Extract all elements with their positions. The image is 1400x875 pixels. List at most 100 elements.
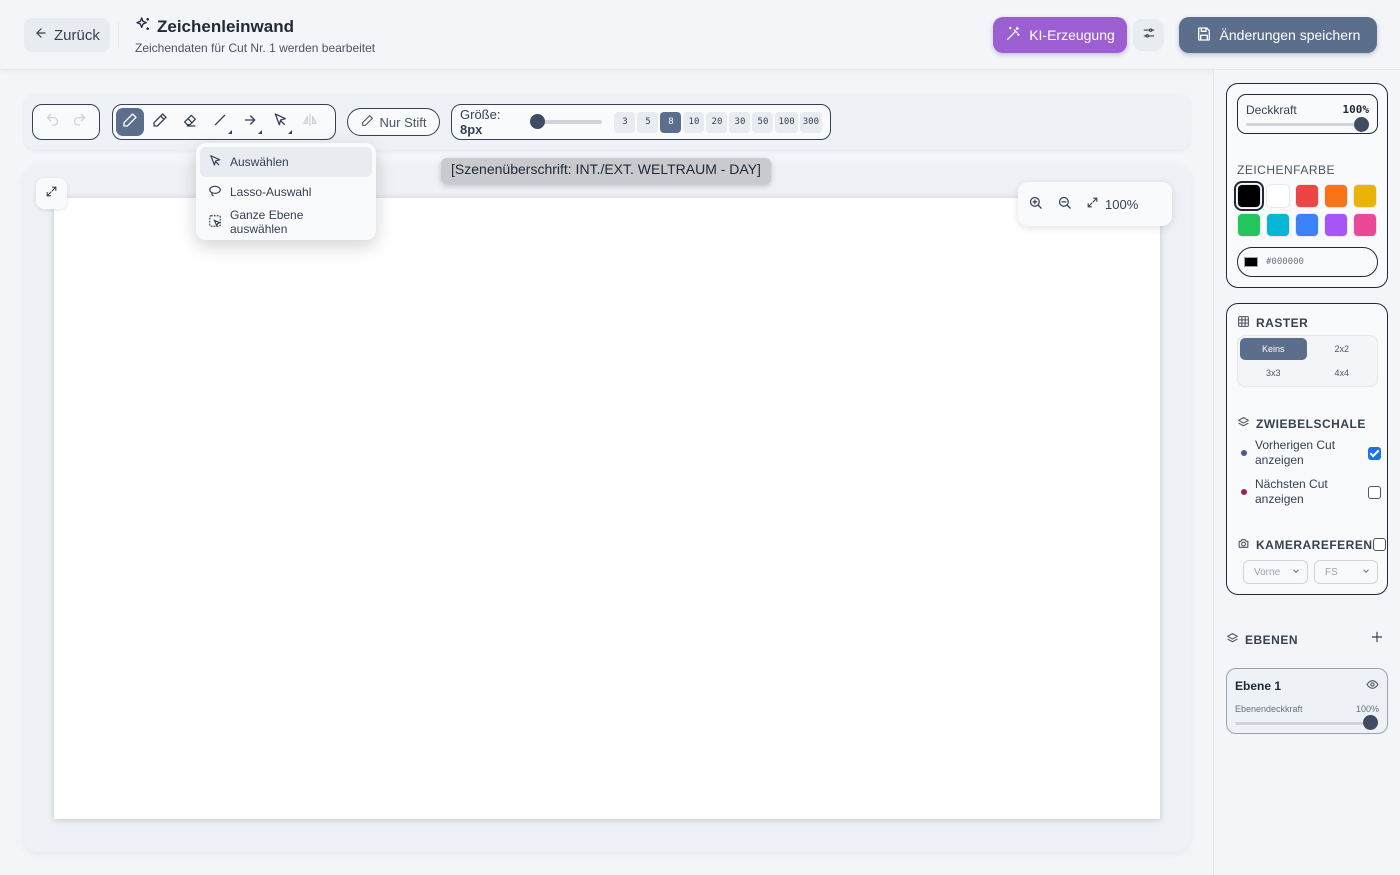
flip-tool[interactable] bbox=[296, 108, 324, 136]
zoom-controls: 100% bbox=[1018, 182, 1172, 226]
submenu-indicator bbox=[258, 130, 262, 134]
opacity-slider-knob[interactable] bbox=[1354, 117, 1369, 132]
color-swatch[interactable] bbox=[1234, 181, 1264, 211]
history-group bbox=[32, 104, 100, 140]
submenu-indicator bbox=[288, 130, 292, 134]
camera-angle-select[interactable]: Vorne bbox=[1243, 560, 1308, 584]
pen-icon bbox=[122, 112, 138, 133]
expand-icon bbox=[45, 185, 58, 203]
arrow-right-icon bbox=[242, 112, 258, 133]
grid-option-keins[interactable]: Keins bbox=[1240, 338, 1307, 360]
flip-horizontal-icon bbox=[302, 112, 318, 133]
camera-shot-select[interactable]: FS bbox=[1314, 560, 1378, 584]
color-swatches bbox=[1234, 181, 1378, 237]
drawing-canvas[interactable] bbox=[54, 198, 1160, 819]
size-preset-300[interactable]: 300 bbox=[799, 111, 822, 133]
menu-item-lasso[interactable]: Lasso-Auswahl bbox=[200, 177, 372, 207]
app-header: Zurück Zeichenleinwand Zeichendaten für … bbox=[0, 0, 1400, 70]
size-preset-5[interactable]: 5 bbox=[637, 111, 659, 133]
color-swatch[interactable] bbox=[1324, 184, 1348, 208]
tool-group bbox=[112, 104, 336, 140]
page-subtitle: Zeichendaten für Cut Nr. 1 werden bearbe… bbox=[135, 41, 376, 55]
color-swatch[interactable] bbox=[1324, 213, 1348, 237]
camera-reference-checkbox[interactable] bbox=[1373, 538, 1386, 551]
lasso-icon bbox=[208, 184, 222, 201]
layer-opacity-label: Ebenendeckkraft bbox=[1235, 704, 1303, 714]
eraser-tool[interactable] bbox=[176, 108, 204, 136]
add-layer-icon[interactable] bbox=[1370, 630, 1384, 649]
grid-option-2x2[interactable]: 2x2 bbox=[1309, 338, 1376, 360]
onion-next-row: Nächsten Cut anzeigen bbox=[1241, 477, 1381, 507]
zoom-reset-button[interactable]: 100% bbox=[1086, 196, 1138, 212]
color-section-label: ZEICHENFARBE bbox=[1237, 163, 1336, 177]
fit-icon bbox=[1086, 196, 1099, 212]
size-presets: 3 5 8 10 20 30 50 100 300 bbox=[614, 111, 822, 133]
opacity-control[interactable]: Deckkraft 100% bbox=[1237, 94, 1378, 134]
size-preset-8[interactable]: 8 bbox=[660, 111, 682, 133]
brush-size-slider[interactable] bbox=[529, 114, 603, 129]
pen-outline-icon bbox=[361, 114, 374, 130]
pen-tool[interactable] bbox=[116, 108, 144, 136]
size-preset-10[interactable]: 10 bbox=[683, 111, 705, 133]
color-swatch[interactable] bbox=[1237, 213, 1261, 237]
scene-heading-label: [Szenenüberschrift: INT./EXT. WELTRAUM -… bbox=[441, 158, 771, 184]
pencil-tool[interactable] bbox=[146, 108, 174, 136]
color-swatch[interactable] bbox=[1266, 184, 1290, 208]
pen-only-toggle[interactable]: Nur Stift bbox=[347, 108, 440, 136]
arrow-tool[interactable] bbox=[236, 108, 264, 136]
menu-item-select-layer[interactable]: Ganze Ebene auswählen bbox=[200, 207, 372, 237]
drawing-toolbar: Nur Stift Größe: 8px 3 5 8 10 20 30 50 100 300 bbox=[24, 94, 1190, 150]
layer-item[interactable]: Ebene 1 Ebenendeckkraft 100% bbox=[1226, 668, 1388, 734]
eraser-icon bbox=[182, 112, 198, 133]
layer-opacity-knob[interactable] bbox=[1363, 715, 1378, 730]
grid-options: Keins 2x2 3x3 4x4 bbox=[1237, 335, 1378, 387]
menu-item-label: Auswählen bbox=[230, 155, 289, 169]
onion-prev-checkbox[interactable] bbox=[1368, 446, 1381, 460]
line-tool[interactable] bbox=[206, 108, 234, 136]
ai-generate-button[interactable]: KI-Erzeugung bbox=[993, 17, 1127, 53]
opacity-label: Deckkraft bbox=[1246, 103, 1297, 117]
camera-shot-value: FS bbox=[1325, 566, 1338, 578]
size-preset-30[interactable]: 30 bbox=[729, 111, 751, 133]
select-tool[interactable] bbox=[266, 108, 294, 136]
onion-next-checkbox[interactable] bbox=[1368, 485, 1381, 499]
layers-icon bbox=[1237, 416, 1250, 432]
menu-item-label: Ganze Ebene auswählen bbox=[230, 208, 304, 236]
zoom-in-icon[interactable] bbox=[1028, 195, 1043, 213]
sparkles-icon bbox=[135, 16, 151, 37]
save-changes-label: Änderungen speichern bbox=[1219, 27, 1361, 43]
color-swatch[interactable] bbox=[1295, 213, 1319, 237]
camera-section-label: KAMERAREFERENZ bbox=[1237, 537, 1380, 553]
slider-knob[interactable] bbox=[529, 114, 545, 129]
size-preset-20[interactable]: 20 bbox=[706, 111, 728, 133]
grid-option-3x3[interactable]: 3x3 bbox=[1240, 362, 1307, 384]
opacity-slider-track[interactable] bbox=[1246, 123, 1365, 126]
menu-item-select[interactable]: Auswählen bbox=[200, 147, 372, 177]
back-button[interactable]: Zurück bbox=[24, 18, 110, 52]
color-swatch[interactable] bbox=[1295, 184, 1319, 208]
settings-button[interactable] bbox=[1133, 19, 1164, 51]
size-preset-3[interactable]: 3 bbox=[614, 111, 636, 133]
color-swatch[interactable] bbox=[1266, 213, 1290, 237]
color-swatch[interactable] bbox=[1353, 184, 1377, 208]
undo-icon[interactable] bbox=[45, 112, 60, 132]
opacity-value: 100% bbox=[1342, 103, 1370, 116]
next-color-dot bbox=[1241, 489, 1247, 495]
grid-option-4x4[interactable]: 4x4 bbox=[1309, 362, 1376, 384]
select-all-icon bbox=[208, 214, 222, 231]
layers-icon bbox=[1226, 632, 1239, 648]
redo-icon[interactable] bbox=[72, 112, 87, 132]
grid-section-label: RASTER bbox=[1237, 315, 1308, 331]
hex-color-input[interactable]: #000000 bbox=[1237, 247, 1378, 277]
fullscreen-button[interactable] bbox=[36, 178, 67, 209]
zoom-out-icon[interactable] bbox=[1057, 195, 1072, 213]
eye-icon[interactable] bbox=[1366, 678, 1379, 694]
layers-header: EBENEN bbox=[1226, 630, 1388, 649]
layer-opacity-track[interactable] bbox=[1235, 722, 1373, 725]
size-preset-50[interactable]: 50 bbox=[752, 111, 774, 133]
color-swatch[interactable] bbox=[1353, 213, 1377, 237]
save-changes-button[interactable]: Änderungen speichern bbox=[1179, 17, 1377, 53]
size-preset-100[interactable]: 100 bbox=[775, 111, 798, 133]
chevron-down-icon bbox=[1361, 566, 1371, 579]
brush-size-group: Größe: 8px 3 5 8 10 20 30 50 100 300 bbox=[451, 104, 831, 140]
